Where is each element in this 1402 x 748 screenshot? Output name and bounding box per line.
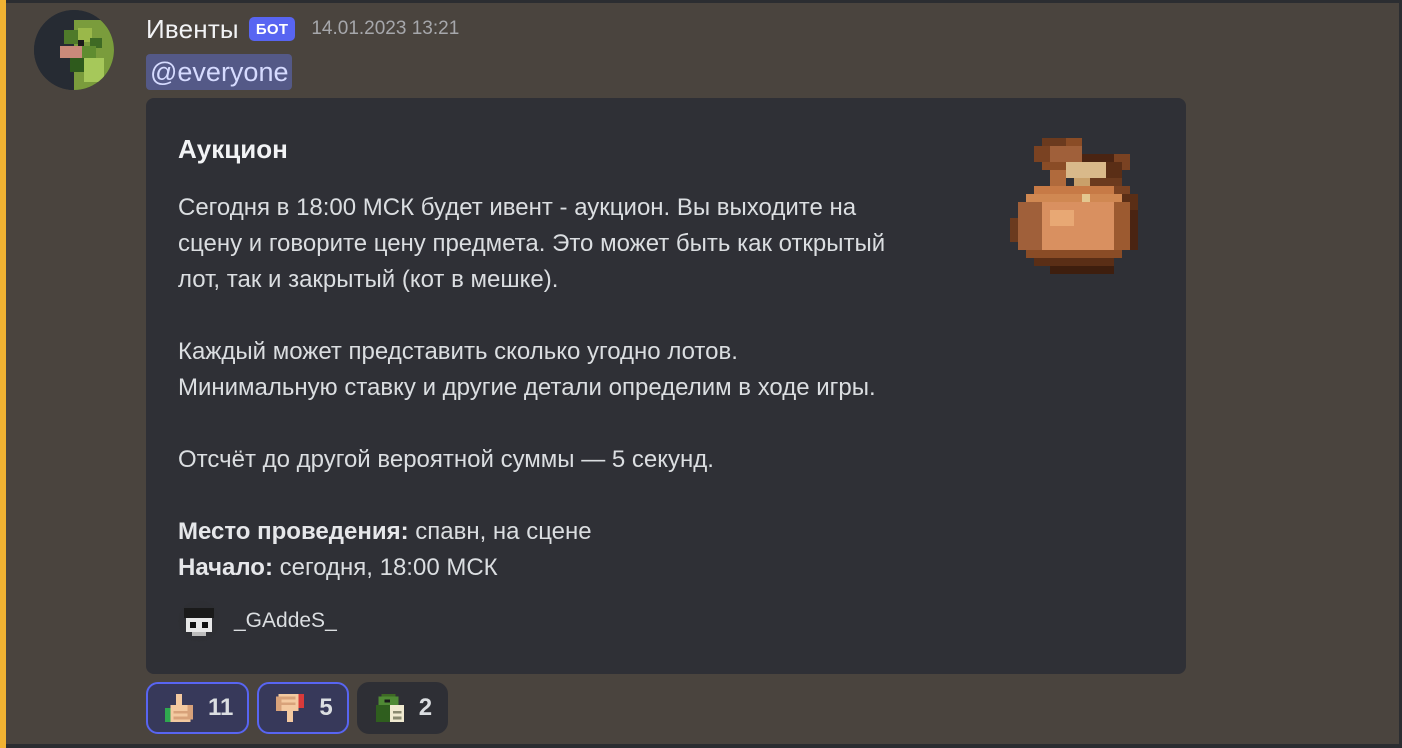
thumbs-down-icon — [276, 693, 305, 723]
everyone-mention[interactable]: @everyone — [146, 54, 293, 90]
chat-message: Ивенты БОТ 14.01.2023 13:21 @everyone Ау… — [6, 0, 1399, 744]
pepe-icon — [375, 693, 404, 723]
bag-icon — [1010, 138, 1138, 274]
reaction-thumbs-up[interactable]: 11 — [146, 682, 250, 734]
reaction-thumbs-down[interactable]: 5 — [257, 682, 349, 734]
reaction-count: 11 — [208, 694, 234, 721]
embed-title: Аукцион — [178, 134, 288, 164]
embed-description: Сегодня в 18:00 МСК будет ивент - аукцио… — [178, 190, 978, 586]
field-start: Начало: сегодня, 18:00 МСК — [178, 550, 978, 586]
field-location: Место проведения: спавн, на сцене — [178, 514, 978, 550]
footer-avatar — [178, 600, 220, 642]
frog-avatar-icon — [34, 10, 114, 90]
skull-avatar-icon — [178, 600, 220, 642]
desc-line: Минимальную ставку и другие детали опред… — [178, 374, 876, 401]
footer-author: _GAddeS_ — [234, 609, 337, 632]
desc-line: сцену и говорите цену предмета. Это може… — [178, 230, 886, 257]
embed-footer: _GAddeS_ — [178, 600, 337, 642]
message-timestamp[interactable]: 14.01.2023 13:21 — [311, 18, 459, 40]
bot-badge: БОТ — [248, 17, 296, 41]
embed-thumbnail[interactable] — [1010, 138, 1146, 282]
author-avatar[interactable] — [34, 10, 114, 90]
desc-line: Отсчёт до другой вероятной суммы — 5 сек… — [178, 446, 714, 473]
window-bottom-edge — [0, 744, 1402, 748]
field-label: Место проведения: — [178, 518, 409, 545]
message-header: Ивенты БОТ 14.01.2023 13:21 — [146, 11, 459, 47]
desc-line: Сегодня в 18:00 МСК будет ивент - аукцио… — [178, 194, 857, 221]
field-value: сегодня, 18:00 МСК — [272, 554, 498, 581]
desc-line: Каждый может представить сколько угодно … — [178, 338, 738, 365]
field-value: спавн, на сцене — [408, 518, 592, 545]
reaction-pepe[interactable]: 2 — [356, 682, 449, 734]
reactions-bar: 11 5 2 — [146, 682, 449, 734]
thumbs-up-icon — [164, 693, 194, 723]
event-embed: Аукцион Сегодня в 18:00 МСК будет ивент … — [146, 98, 1186, 674]
reaction-count: 2 — [418, 694, 433, 721]
reaction-count: 5 — [319, 694, 333, 721]
field-label: Начало: — [178, 554, 273, 581]
desc-line: лот, так и закрытый (кот в мешке). — [178, 266, 559, 293]
author-name[interactable]: Ивенты — [146, 14, 239, 45]
